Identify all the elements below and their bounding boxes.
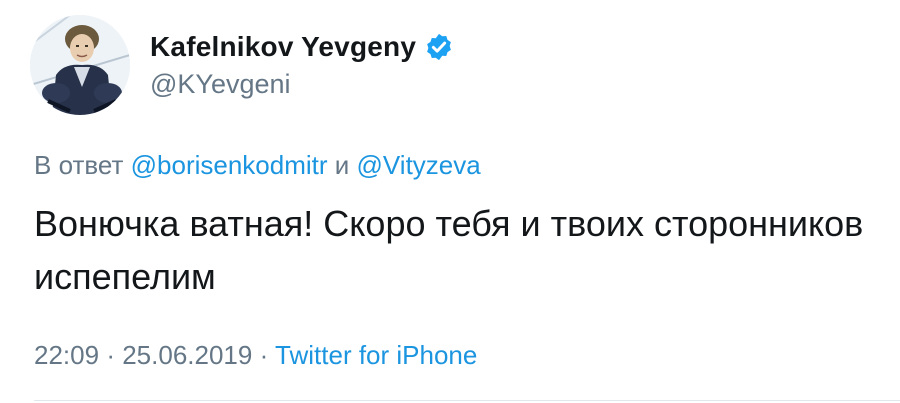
- reply-prefix: В ответ: [34, 150, 124, 180]
- meta-separator: ·: [106, 340, 115, 370]
- mention-link-vityzeva[interactable]: @Vityzeva: [357, 150, 481, 180]
- avatar-image: [30, 15, 130, 115]
- tweet-card: Kafelnikov Yevgeny @KYevgeni В ответ @bo…: [0, 0, 900, 403]
- verified-badge-icon: [424, 32, 454, 62]
- reply-conjunction: и: [334, 150, 350, 180]
- tweet-time[interactable]: 22:09: [34, 340, 99, 370]
- author-names: Kafelnikov Yevgeny @KYevgeni: [150, 31, 454, 100]
- reply-context: В ответ @borisenkodmitr и @Vityzeva: [34, 150, 481, 181]
- display-name-row: Kafelnikov Yevgeny: [150, 31, 454, 63]
- divider: [34, 400, 900, 401]
- avatar[interactable]: [30, 15, 130, 115]
- display-name[interactable]: Kafelnikov Yevgeny: [150, 31, 416, 63]
- user-handle[interactable]: @KYevgeni: [150, 69, 454, 100]
- tweet-meta: 22:09 · 25.06.2019 · Twitter for iPhone: [34, 340, 477, 371]
- mention-link-borisenkodmitr[interactable]: @borisenkodmitr: [131, 150, 328, 180]
- tweet-date[interactable]: 25.06.2019: [122, 340, 252, 370]
- meta-separator: ·: [259, 340, 269, 370]
- tweet-text: Вонючка ватная! Скоро тебя и твоих сторо…: [34, 203, 864, 297]
- tweet-header: Kafelnikov Yevgeny @KYevgeni: [30, 10, 454, 120]
- tweet-source-link[interactable]: Twitter for iPhone: [275, 340, 477, 370]
